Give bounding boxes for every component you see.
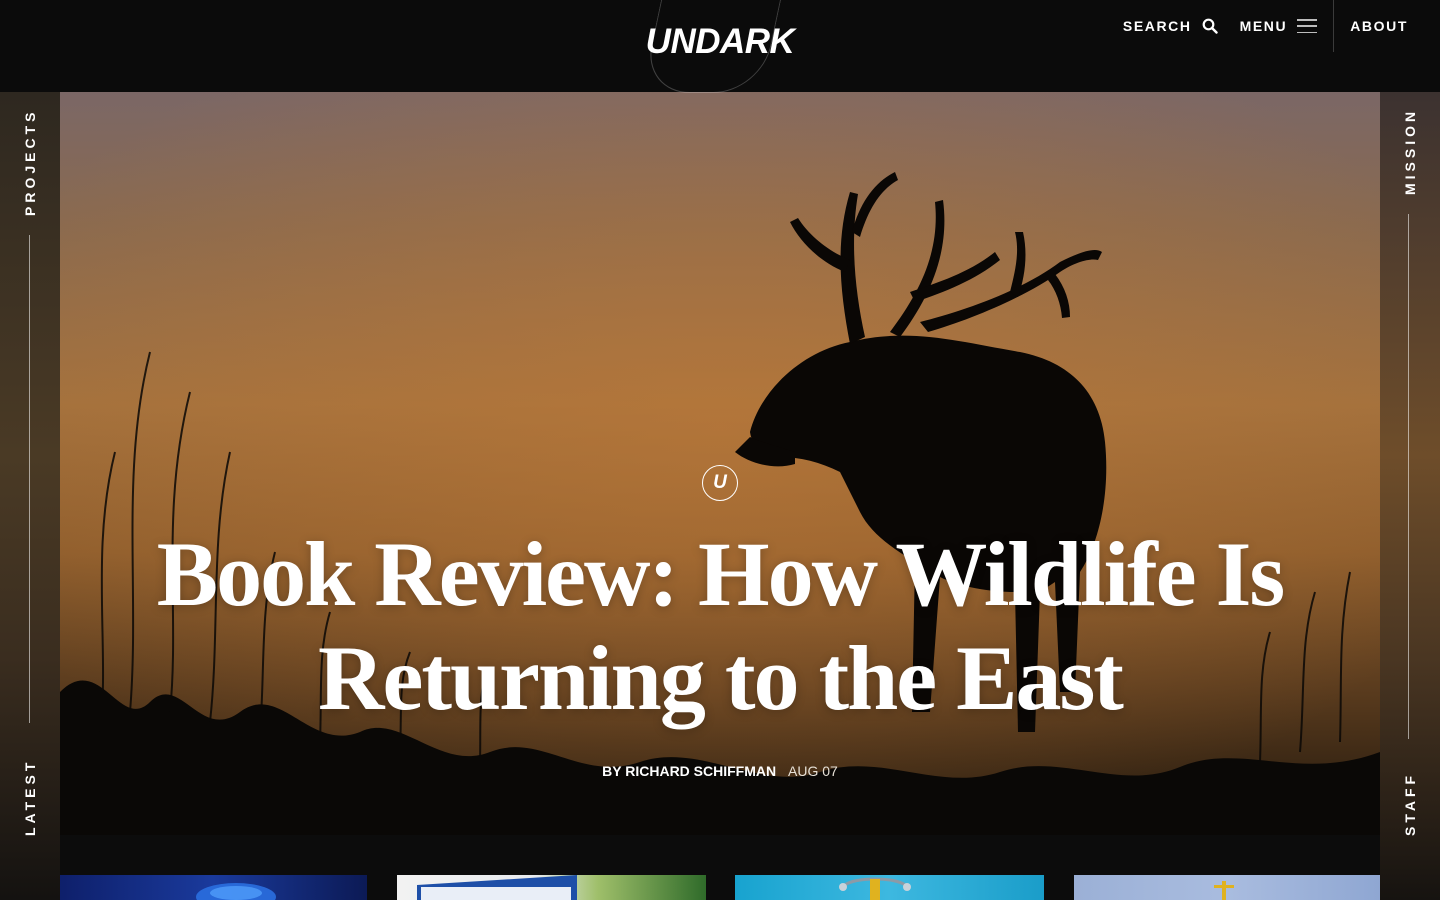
right-rail: MISSION STAFF — [1380, 92, 1440, 900]
rail-divider — [1408, 214, 1409, 739]
top-nav: SEARCH MENU ABOUT — [1123, 0, 1440, 52]
undark-badge-icon: U — [702, 465, 738, 501]
site-logo[interactable]: UNDARK — [632, 20, 808, 64]
hamburger-icon — [1297, 19, 1318, 33]
article-thumbnail[interactable] — [397, 875, 706, 900]
menu-label: MENU — [1239, 18, 1288, 34]
search-icon — [1202, 18, 1218, 34]
article-thumbnail[interactable] — [1074, 875, 1383, 900]
rail-link-staff[interactable]: STAFF — [1402, 772, 1418, 836]
rail-divider — [29, 235, 30, 723]
about-label: ABOUT — [1350, 18, 1408, 34]
publish-date: AUG 07 — [788, 763, 838, 779]
menu-button[interactable]: MENU — [1240, 0, 1334, 52]
author-link[interactable]: BY RICHARD SCHIFFMAN — [602, 763, 776, 779]
rail-link-projects[interactable]: PROJECTS — [22, 109, 38, 216]
hero-headline[interactable]: Book Review: How Wildlife Is Returning t… — [80, 522, 1360, 730]
thumbnail-image-stethoscope — [839, 877, 911, 900]
search-button[interactable]: SEARCH — [1123, 0, 1218, 52]
thumbnail-image-blue-sphere — [196, 883, 276, 900]
left-rail: PROJECTS LATEST — [0, 92, 60, 900]
thumbnail-image-sky — [1214, 881, 1234, 900]
site-header: UNDARK SEARCH MENU ABOUT — [0, 0, 1440, 93]
hero-byline: BY RICHARD SCHIFFMAN AUG 07 — [60, 763, 1380, 779]
search-label: SEARCH — [1122, 18, 1192, 34]
about-link[interactable]: ABOUT — [1334, 0, 1440, 52]
hero-feature[interactable]: U Book Review: How Wildlife Is Returning… — [60, 92, 1380, 835]
article-thumbnail[interactable] — [735, 875, 1044, 900]
thumbnail-image-sign-and-trees — [417, 875, 577, 900]
rail-link-mission[interactable]: MISSION — [1402, 108, 1418, 195]
rail-link-latest[interactable]: LATEST — [22, 759, 38, 836]
article-thumbnail[interactable] — [58, 875, 367, 900]
